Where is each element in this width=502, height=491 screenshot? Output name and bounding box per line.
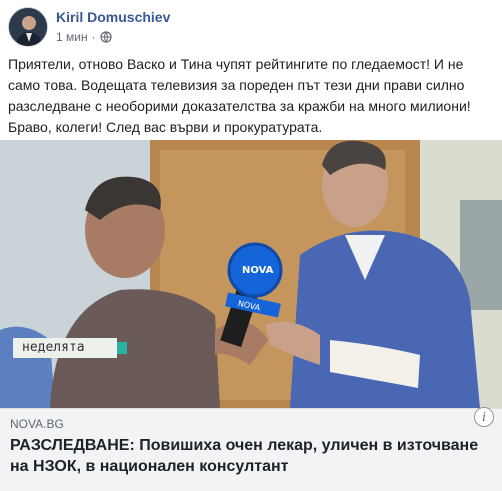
meta-separator: · — [91, 30, 96, 44]
post-timestamp[interactable]: 1 мин — [56, 30, 88, 44]
avatar-image — [9, 8, 47, 46]
tv-show-badge: неделята — [13, 338, 127, 358]
author-name[interactable]: Kiril Domuschiev — [56, 9, 170, 25]
tv-show-label: неделята — [22, 340, 85, 355]
author-avatar[interactable] — [8, 7, 48, 47]
video-thumbnail[interactable]: NOVA NOVA неделята — [0, 140, 502, 408]
link-preview-card[interactable]: NOVA.BG РАЗСЛЕДВАНЕ: Повишиха очен лекар… — [0, 407, 502, 491]
news-photo: NOVA NOVA — [0, 140, 502, 408]
link-domain: NOVA.BG — [10, 417, 64, 431]
tv-badge-mark — [117, 342, 127, 354]
mic-logo: NOVA — [242, 265, 274, 276]
post-meta: 1 мин · — [56, 30, 112, 44]
link-title[interactable]: РАЗСЛЕДВАНЕ: Повишиха очен лекар, уличен… — [10, 435, 494, 477]
post-text: Приятели, отново Васко и Тина чупят рейт… — [8, 56, 471, 135]
post-header: Kiril Domuschiev 1 мин · — [0, 0, 502, 50]
globe-icon[interactable] — [99, 31, 112, 43]
info-icon[interactable]: i — [474, 407, 494, 427]
